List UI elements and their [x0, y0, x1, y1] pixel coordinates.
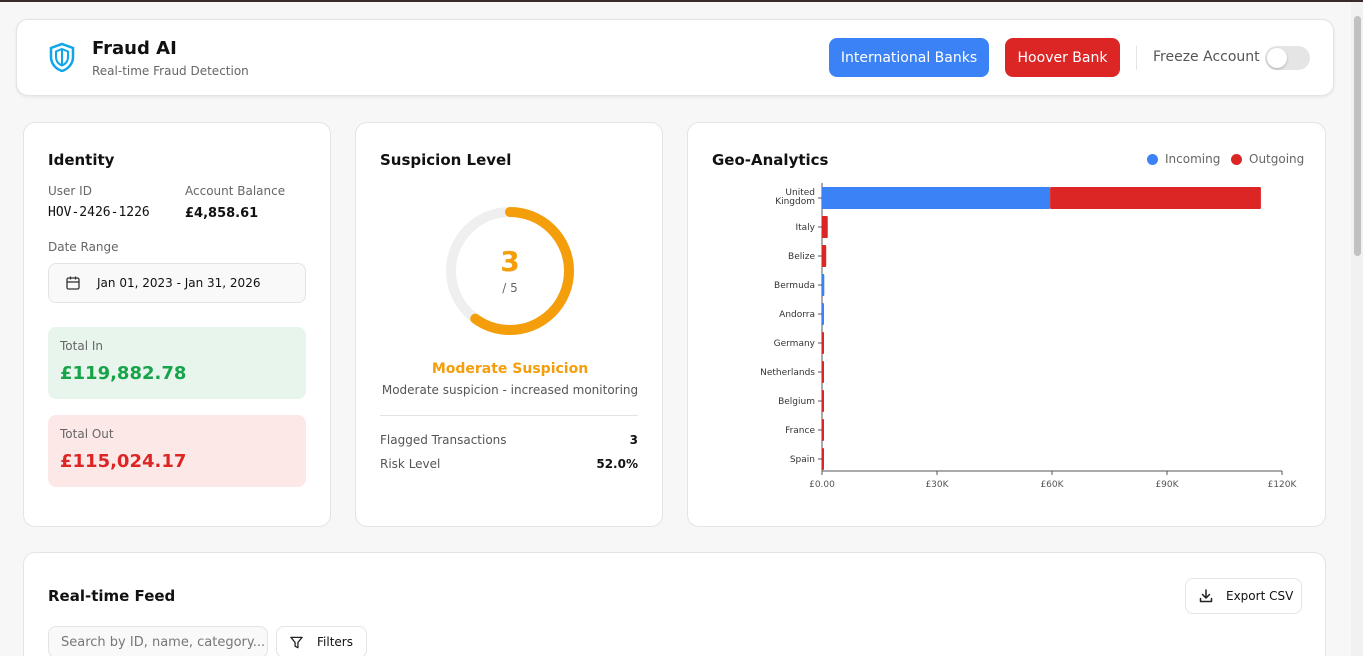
x-tick-label: £60K	[1040, 480, 1064, 490]
total-out-label: Total Out	[60, 427, 114, 441]
date-range-value: Jan 01, 2023 - Jan 31, 2026	[97, 276, 261, 290]
y-tick-label: Kingdom	[775, 197, 815, 207]
bar-outgoing	[822, 390, 824, 412]
bar-incoming	[822, 187, 1051, 209]
identity-card: Identity User ID HOV-2426-1226 Account B…	[23, 122, 331, 527]
export-csv-button[interactable]: Export CSV	[1185, 578, 1302, 614]
risk-level-label: Risk Level	[380, 457, 441, 471]
suspicion-score: 3	[500, 245, 520, 278]
y-tick-label: Germany	[774, 339, 816, 349]
download-icon	[1199, 589, 1213, 603]
total-in-value: £119,882.78	[60, 363, 187, 384]
app-header: Fraud AI Real-time Fraud Detection Inter…	[16, 19, 1334, 96]
user-id-value: HOV-2426-1226	[48, 205, 150, 220]
y-tick-label: Andorra	[779, 310, 815, 320]
geo-analytics-card: Geo-Analytics Incoming Outgoing £0.00 £30…	[687, 122, 1326, 527]
page-scrollbar-thumb[interactable]	[1354, 16, 1361, 256]
account-balance-value: £4,858.61	[185, 206, 259, 221]
total-in-label: Total In	[60, 339, 103, 353]
realtime-feed-title: Real-time Feed	[48, 587, 176, 605]
header-divider	[1136, 46, 1137, 70]
account-balance-label: Account Balance	[185, 184, 286, 198]
bar-outgoing	[822, 448, 824, 470]
x-tick-label: £90K	[1155, 480, 1179, 490]
geo-bar-chart: £0.00 £30K £60K £90K £120KUnitedKingdomItaly…	[760, 183, 1298, 490]
risk-level-value: 52.0%	[596, 457, 638, 471]
user-id-label: User ID	[48, 184, 92, 198]
total-out-value: £115,024.17	[60, 451, 187, 472]
app-title: Fraud AI	[92, 38, 177, 59]
flagged-transactions-label: Flagged Transactions	[380, 433, 507, 447]
bar-incoming	[822, 274, 825, 296]
y-tick-label: Belgium	[778, 397, 815, 407]
x-tick-label: £0.00	[809, 480, 835, 490]
search-input[interactable]	[48, 626, 268, 656]
flagged-transactions-value: 3	[629, 433, 638, 447]
export-csv-label: Export CSV	[1226, 589, 1294, 603]
suspicion-divider	[380, 415, 638, 416]
bar-outgoing	[822, 245, 827, 267]
bar-incoming	[822, 303, 824, 325]
freeze-account-toggle[interactable]	[1265, 46, 1310, 70]
x-tick-label: £30K	[925, 480, 949, 490]
suspicion-title: Suspicion Level	[380, 151, 512, 169]
total-in-box: Total In £119,882.78	[48, 327, 306, 399]
x-tick-label: £120K	[1268, 480, 1298, 490]
freeze-account-label: Freeze Account	[1153, 49, 1260, 65]
filter-icon	[290, 636, 303, 649]
date-range-picker[interactable]: Jan 01, 2023 - Jan 31, 2026	[48, 263, 306, 303]
suspicion-level-description: Moderate suspicion - increased monitorin…	[381, 383, 639, 397]
bar-outgoing	[822, 216, 828, 238]
realtime-feed-card: Real-time Feed Export CSV Filters	[23, 552, 1326, 656]
y-tick-label: Spain	[790, 455, 815, 465]
international-banks-button[interactable]: International Banks	[829, 38, 989, 77]
date-range-label: Date Range	[48, 240, 119, 254]
y-tick-label: Bermuda	[774, 281, 815, 291]
total-out-box: Total Out £115,024.17	[48, 415, 306, 487]
suspicion-score-max: / 5	[502, 281, 518, 295]
hoover-bank-button[interactable]: Hoover Bank	[1005, 38, 1120, 77]
bar-outgoing	[822, 419, 824, 441]
filters-label: Filters	[317, 635, 353, 649]
bar-outgoing	[1050, 187, 1261, 209]
bar-outgoing	[822, 332, 824, 354]
suspicion-level-title: Moderate Suspicion	[431, 361, 589, 377]
top-border	[0, 0, 1363, 2]
bar-outgoing	[822, 361, 824, 383]
filters-button[interactable]: Filters	[276, 626, 367, 656]
calendar-icon	[66, 276, 80, 290]
y-tick-label: Belize	[788, 252, 815, 262]
y-tick-label: Italy	[795, 223, 815, 233]
suspicion-card: Suspicion Level 3 / 5 Moderate Suspicion…	[355, 122, 663, 527]
y-tick-label: Netherlands	[760, 368, 815, 378]
identity-title: Identity	[48, 151, 115, 169]
app-subtitle: Real-time Fraud Detection	[92, 64, 249, 78]
toggle-knob	[1267, 48, 1287, 68]
shield-icon	[49, 42, 75, 72]
y-tick-label: France	[785, 426, 815, 436]
